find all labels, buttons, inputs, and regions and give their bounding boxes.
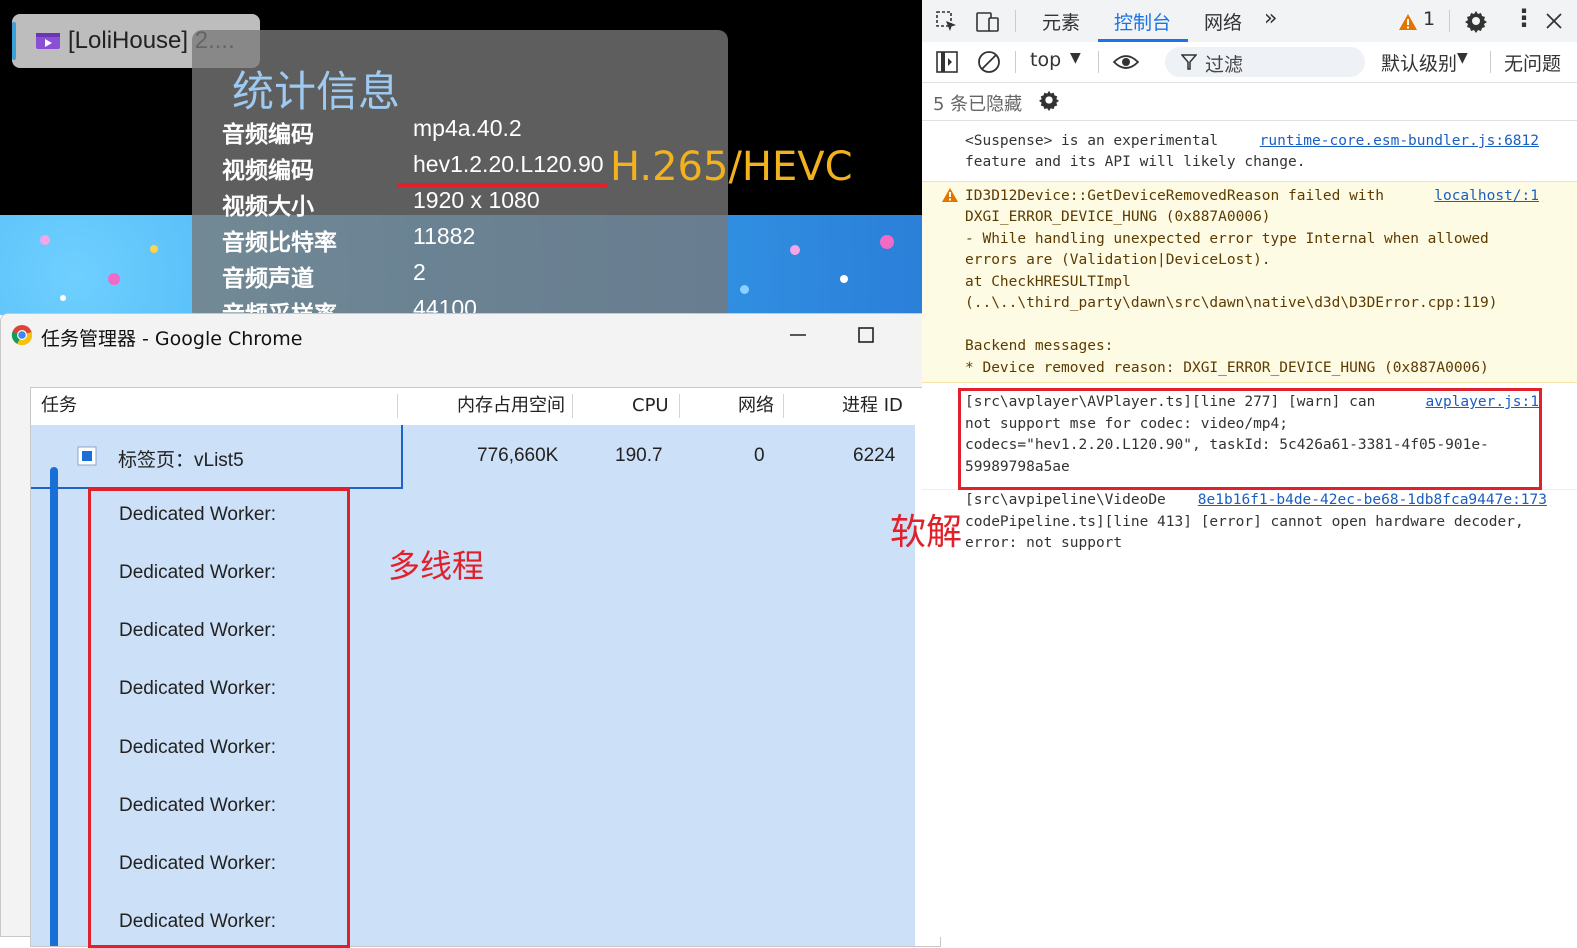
console-message: <Suspense> is an experimental feature an… [922, 131, 1577, 177]
level-dropdown-icon[interactable]: ▼ [1457, 50, 1468, 66]
stat-value: 1920 x 1080 [413, 187, 540, 213]
message-text: DXGI_ERROR_DEVICE_HUNG (0x887A0006) [965, 209, 1271, 225]
filter-icon [1181, 54, 1197, 70]
inspect-element-icon[interactable] [936, 11, 958, 33]
tab-elements[interactable]: 元素 [1042, 8, 1080, 35]
issues-button[interactable]: 无问题 [1504, 49, 1561, 76]
network-value: 0 [754, 445, 765, 466]
message-text: (..\..\third_party\dawn\src\dawn\native\… [965, 295, 1498, 311]
message-source-link[interactable]: 8e1b16f1-b4de-42ec-be68-1db8fca9447e:173 [1198, 490, 1547, 512]
stat-key: 音频比特率 [222, 230, 337, 256]
video-file-icon [36, 33, 60, 49]
process-group-bar [50, 467, 58, 946]
stat-key: 视频编码 [222, 158, 314, 184]
column-separator [572, 394, 573, 418]
toolbar-divider [1015, 51, 1016, 73]
message-text: errors are (Validation|DeviceLost). [965, 252, 1271, 268]
console-settings-gear-icon[interactable] [1038, 89, 1060, 111]
toolbar-divider [1449, 10, 1450, 32]
message-text: feature and its API will likely change. [965, 154, 1306, 170]
workers-highlight-box [88, 488, 350, 948]
chrome-logo-icon [11, 325, 33, 346]
title-bar: 任务管理器 - Google Chrome [1, 314, 967, 356]
codec-annotation: H.265/HEVC [610, 144, 853, 190]
maximize-button[interactable] [833, 314, 899, 356]
settings-gear-icon[interactable] [1464, 9, 1488, 33]
stat-key: 视频大小 [222, 194, 314, 220]
stat-value: hev1.2.20.L120.90 [413, 151, 604, 177]
message-text: [src\avpipeline\VideoDe [965, 492, 1166, 508]
filter-placeholder: 过滤 [1205, 54, 1244, 76]
message-source-link[interactable]: runtime-core.esm-bundler.js:6812 [1260, 131, 1539, 153]
stat-value: 2 [413, 259, 426, 285]
toolbar-divider [1015, 10, 1016, 32]
tab-page-icon [77, 446, 97, 466]
memory-value: 776,660K [477, 445, 559, 466]
warning-count[interactable]: 1 [1423, 8, 1435, 30]
device-toolbar-icon[interactable] [976, 11, 1000, 33]
minimize-icon [790, 334, 806, 336]
more-options-icon[interactable]: ⋮ [1512, 4, 1536, 32]
live-expression-eye-icon[interactable] [1112, 51, 1140, 73]
tab-accent-bar [12, 22, 16, 60]
column-separator [679, 394, 680, 418]
stat-value: 11882 [413, 223, 476, 249]
column-header-memory[interactable]: 内存占用空间 [457, 388, 565, 424]
warning-icon [942, 188, 958, 202]
sidebar-toggle-icon[interactable] [936, 51, 958, 73]
multithread-annotation: 多线程 [388, 547, 485, 585]
codec-warning-highlight-box [958, 388, 1542, 490]
codec-underline-annotation [397, 183, 607, 187]
toolbar-divider [1098, 51, 1099, 73]
message-text: at CheckHRESULTImpl [965, 274, 1131, 290]
message-text: error: not support [965, 535, 1123, 551]
window-title: 任务管理器 - Google Chrome [41, 328, 303, 350]
task-name: 标签页：vList5 [118, 450, 244, 471]
tab-console[interactable]: 控制台 [1114, 8, 1171, 35]
clear-console-icon[interactable] [977, 50, 1001, 74]
toolbar-divider [1490, 51, 1491, 73]
warning-icon[interactable] [1398, 13, 1418, 31]
stat-key: 音频声道 [222, 266, 314, 292]
filter-input[interactable]: 过滤 [1165, 47, 1365, 77]
close-devtools-icon[interactable] [1546, 13, 1562, 29]
pid-value: 6224 [853, 445, 896, 466]
log-level-selector[interactable]: 默认级别 [1381, 49, 1457, 76]
message-text: Backend messages: [965, 338, 1114, 354]
devtools-tabbar: 元素 控制台 网络 » 1 ⋮ [922, 0, 1577, 43]
stats-title: 统计信息 [232, 67, 401, 116]
tab-network[interactable]: 网络 [1204, 8, 1242, 35]
column-separator [397, 394, 398, 418]
column-header-cpu[interactable]: CPU [632, 388, 669, 424]
context-dropdown-icon[interactable]: ▼ [1070, 50, 1081, 66]
message-text: ID3D12Device::GetDeviceRemovedReason fai… [965, 188, 1385, 204]
maximize-icon [858, 327, 874, 343]
more-tabs-icon[interactable]: » [1264, 6, 1277, 31]
message-text: - While handling unexpected error type I… [965, 231, 1489, 247]
console-warning-message: ID3D12Device::GetDeviceRemovedReason fai… [922, 181, 1577, 383]
message-text: <Suspense> is an experimental [965, 133, 1219, 149]
column-header-network[interactable]: 网络 [738, 388, 774, 424]
cpu-value: 190.7 [615, 445, 663, 466]
stat-key: 音频编码 [222, 122, 314, 148]
hidden-count: 5 条已隐藏 [933, 94, 1023, 115]
message-text: * Device removed reason: DXGI_ERROR_DEVI… [965, 360, 1489, 376]
console-message: [src\avpipeline\VideoDe codePipeline.ts]… [922, 489, 1577, 559]
column-header-task[interactable]: 任务 [41, 388, 77, 424]
column-header-pid[interactable]: 进程 ID [842, 388, 903, 424]
minimize-button[interactable] [765, 314, 831, 356]
console-toolbar: top ▼ 过滤 默认级别 ▼ 无问题 [922, 42, 1577, 83]
message-text: codePipeline.ts][line 413] [error] canno… [965, 514, 1524, 530]
stat-value: mp4a.40.2 [413, 115, 522, 141]
hidden-messages-bar: 5 条已隐藏 [922, 82, 1577, 121]
software-decode-annotation: 软解 [890, 512, 963, 553]
column-separator [783, 394, 784, 418]
context-selector[interactable]: top [1030, 49, 1061, 71]
message-source-link[interactable]: localhost/:1 [1434, 186, 1539, 208]
